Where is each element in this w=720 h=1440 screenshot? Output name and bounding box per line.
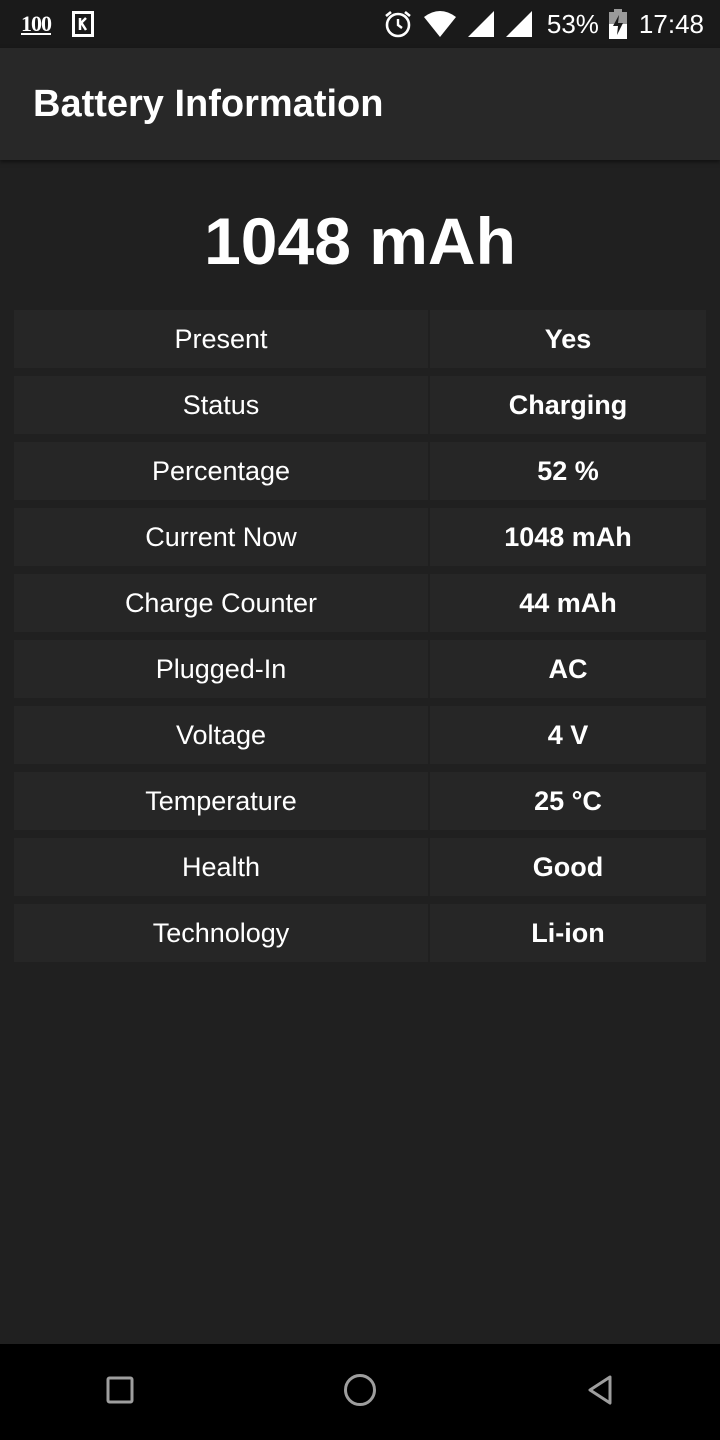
table-row: Charge Counter 44 mAh [14, 574, 706, 632]
table-row: Current Now 1048 mAh [14, 508, 706, 566]
back-triangle-icon [586, 1374, 614, 1411]
table-row: Status Charging [14, 376, 706, 434]
row-value: AC [430, 640, 706, 698]
row-label: Current Now [14, 508, 428, 566]
app-bar: Battery Information [0, 48, 720, 160]
row-value: 4 V [430, 706, 706, 764]
home-button[interactable] [300, 1344, 420, 1440]
status-bar: 100 53% 17:48 [0, 0, 720, 48]
table-row: Percentage 52 % [14, 442, 706, 500]
table-row: Present Yes [14, 310, 706, 368]
signal-icon [505, 10, 533, 38]
status-right: 53% 17:48 [373, 9, 704, 40]
home-circle-icon [343, 1373, 377, 1412]
wifi-icon [423, 10, 457, 38]
row-value: 52 % [430, 442, 706, 500]
battery-info-table: Present Yes Status Charging Percentage 5… [14, 310, 706, 970]
row-value: Yes [430, 310, 706, 368]
row-value: Charging [430, 376, 706, 434]
row-label: Temperature [14, 772, 428, 830]
row-value: 1048 mAh [430, 508, 706, 566]
app-title: Battery Information [33, 82, 384, 125]
navigation-bar [0, 1344, 720, 1440]
battery-charging-icon [608, 9, 627, 39]
table-row: Health Good [14, 838, 706, 896]
row-label: Voltage [14, 706, 428, 764]
row-label: Percentage [14, 442, 428, 500]
row-value: 25 °C [430, 772, 706, 830]
notification-100-icon: 100 [21, 11, 52, 36]
recents-square-icon [106, 1376, 134, 1409]
clock: 17:48 [638, 8, 704, 39]
row-label: Health [14, 838, 428, 896]
row-label: Status [14, 376, 428, 434]
row-label: Plugged-In [14, 640, 428, 698]
row-label: Technology [14, 904, 428, 962]
row-label: Charge Counter [14, 574, 428, 632]
row-value: Good [430, 838, 706, 896]
battery-info-screen: 100 53% 17:48 Battery Information 1048 m… [0, 0, 720, 1440]
status-left: 100 [18, 9, 94, 39]
row-value: 44 mAh [430, 574, 706, 632]
row-label: Present [14, 310, 428, 368]
battery-percent: 53% [546, 8, 599, 39]
back-button[interactable] [540, 1344, 660, 1440]
table-row: Temperature 25 °C [14, 772, 706, 830]
k-app-icon [72, 11, 94, 37]
recents-button[interactable] [60, 1344, 180, 1440]
table-row: Plugged-In AC [14, 640, 706, 698]
row-value: Li-ion [430, 904, 706, 962]
current-headline: 1048 mAh [204, 204, 516, 278]
table-row: Voltage 4 V [14, 706, 706, 764]
alarm-icon [383, 9, 413, 39]
signal-icon [467, 10, 495, 38]
table-row: Technology Li-ion [14, 904, 706, 962]
